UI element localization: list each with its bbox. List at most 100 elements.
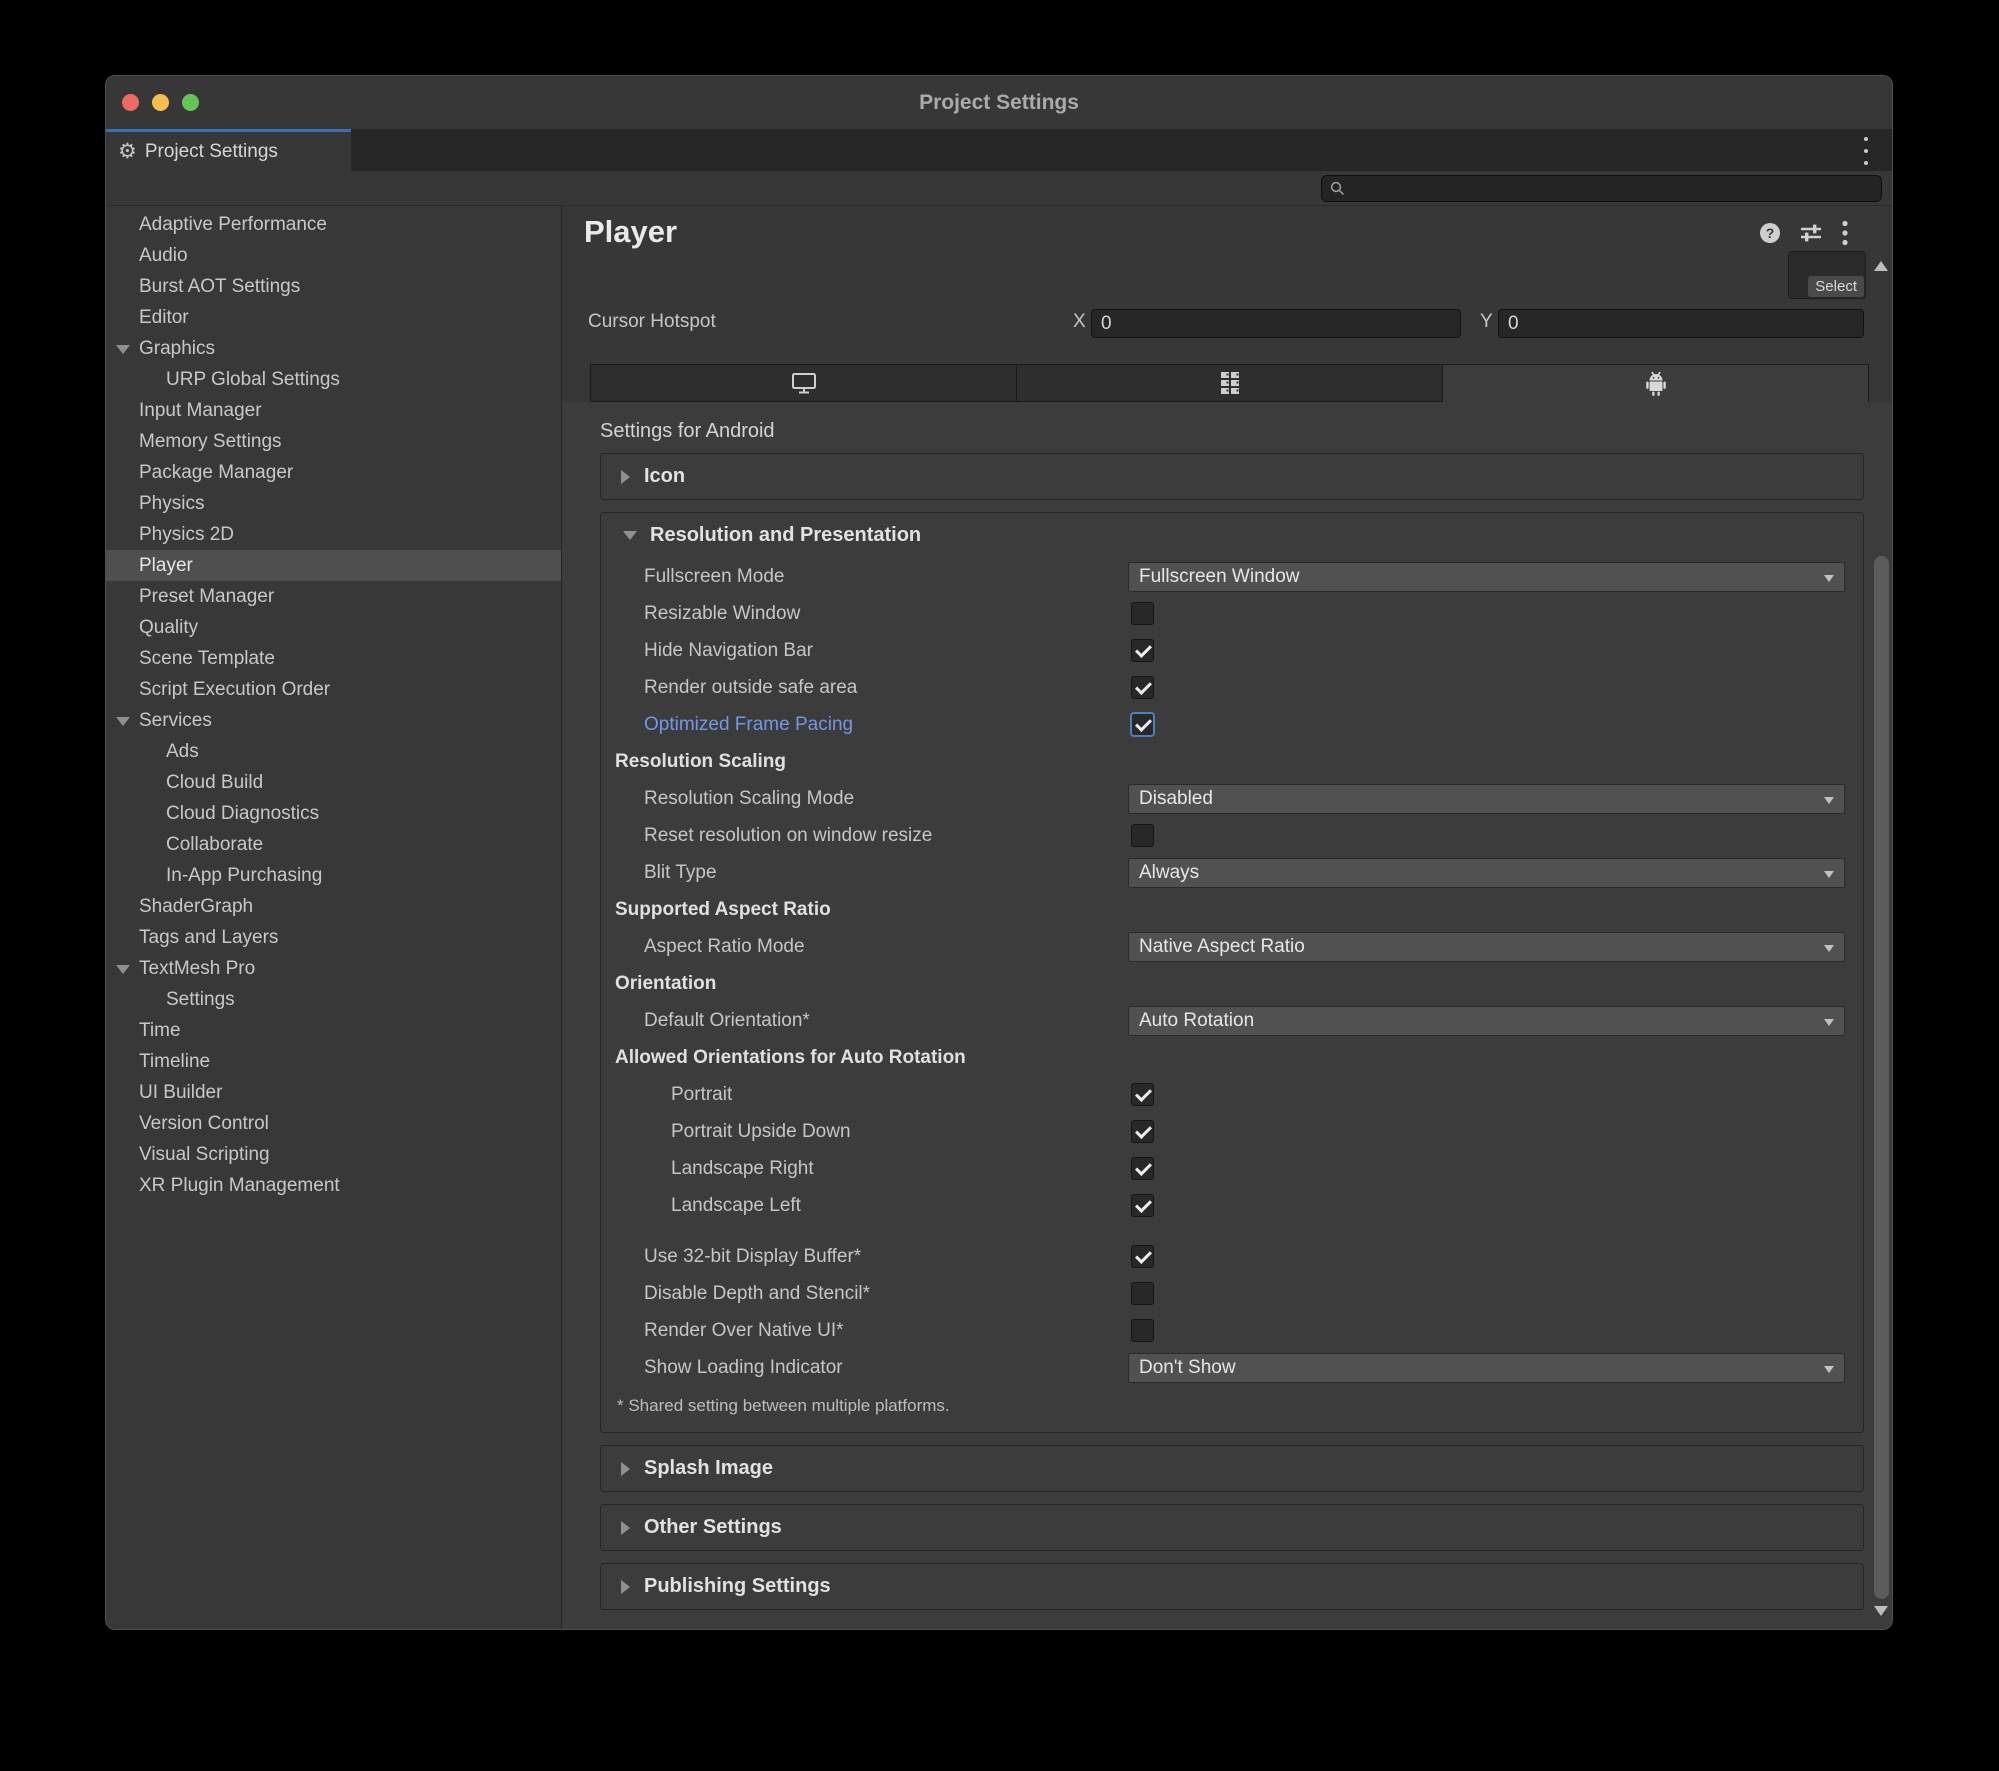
sidebar-item-audio[interactable]: Audio	[106, 240, 561, 271]
sidebar-item-script-execution-order[interactable]: Script Execution Order	[106, 674, 561, 705]
checkbox[interactable]	[1131, 1120, 1154, 1143]
setting-label: Supported Aspect Ratio	[615, 898, 831, 920]
sidebar-item-visual-scripting[interactable]: Visual Scripting	[106, 1139, 561, 1170]
help-icon[interactable]: ?	[1760, 223, 1780, 243]
sidebar-item-player[interactable]: Player	[106, 550, 561, 581]
checkbox[interactable]	[1131, 676, 1154, 699]
setting-label: Show Loading Indicator	[644, 1356, 843, 1378]
dropdown[interactable]: Don't Show	[1128, 1353, 1845, 1383]
sidebar-item-textmesh-pro[interactable]: TextMesh Pro	[106, 953, 561, 984]
foldout-expanded-icon[interactable]	[116, 965, 130, 974]
sidebar-item-quality[interactable]: Quality	[106, 612, 561, 643]
sidebar-item-scene-template[interactable]: Scene Template	[106, 643, 561, 674]
sidebar-item-label: Burst AOT Settings	[139, 276, 301, 297]
sidebar-item-xr-plugin-management[interactable]: XR Plugin Management	[106, 1170, 561, 1201]
checkbox[interactable]	[1131, 1194, 1154, 1217]
scroll-down-icon[interactable]	[1874, 1606, 1888, 1616]
tab-project-settings[interactable]: ⚙ Project Settings	[106, 129, 351, 171]
chevron-down-icon	[1824, 797, 1834, 804]
cursor-texture-preview[interactable]: Select	[1788, 251, 1866, 299]
search-input[interactable]	[1321, 175, 1882, 202]
sidebar-item-urp-global-settings[interactable]: URP Global Settings	[106, 364, 561, 395]
setting-label: Allowed Orientations for Auto Rotation	[615, 1046, 966, 1068]
setting-row: Portrait	[601, 1076, 1863, 1113]
sidebar-item-label: TextMesh Pro	[139, 958, 256, 979]
dropdown[interactable]: Native Aspect Ratio	[1128, 932, 1845, 962]
setting-row: Render Over Native UI*	[601, 1312, 1863, 1349]
other-settings-foldout-header[interactable]: Other Settings	[601, 1505, 1863, 1550]
sidebar-item-burst-aot-settings[interactable]: Burst AOT Settings	[106, 271, 561, 302]
sidebar-item-in-app-purchasing[interactable]: In-App Purchasing	[106, 860, 561, 891]
resolution-rows: Fullscreen Mode Fullscreen Window Resizabl…	[601, 558, 1863, 1432]
sidebar-item-services[interactable]: Services	[106, 705, 561, 736]
sidebar-item-label: In-App Purchasing	[166, 865, 323, 886]
setting-row: Optimized Frame Pacing	[601, 706, 1863, 743]
checkbox[interactable]	[1131, 1083, 1154, 1106]
checkbox[interactable]	[1131, 1319, 1154, 1342]
publishing-settings-foldout: Publishing Settings	[600, 1563, 1864, 1610]
sidebar-item-physics[interactable]: Physics	[106, 488, 561, 519]
sidebar-item-adaptive-performance[interactable]: Adaptive Performance	[106, 209, 561, 240]
foldout-expanded-icon[interactable]	[116, 717, 130, 726]
publishing-settings-foldout-header[interactable]: Publishing Settings	[601, 1564, 1863, 1609]
dropdown[interactable]: Always	[1128, 858, 1845, 888]
sidebar-item-ads[interactable]: Ads	[106, 736, 561, 767]
setting-label: Use 32-bit Display Buffer*	[644, 1245, 862, 1267]
select-button[interactable]: Select	[1808, 276, 1864, 297]
page-title: Player	[584, 214, 678, 249]
foldout-collapsed-icon	[621, 1461, 630, 1476]
sidebar-item-label: Player	[139, 555, 193, 576]
setting-label: Disable Depth and Stencil*	[644, 1282, 871, 1304]
dropdown[interactable]: Auto Rotation	[1128, 1006, 1845, 1036]
tab-desktop[interactable]	[591, 365, 1017, 402]
tab-menu-icon[interactable]	[1862, 137, 1870, 165]
checkbox[interactable]	[1131, 1245, 1154, 1268]
tab-android[interactable]	[1443, 365, 1868, 402]
sidebar-item-label: Visual Scripting	[139, 1144, 270, 1165]
sidebar-item-preset-manager[interactable]: Preset Manager	[106, 581, 561, 612]
dropdown[interactable]: Disabled	[1128, 784, 1845, 814]
setting-row: Resizable Window	[601, 595, 1863, 632]
sidebar-item-input-manager[interactable]: Input Manager	[106, 395, 561, 426]
sidebar-item-physics-2d[interactable]: Physics 2D	[106, 519, 561, 550]
sidebar-item-package-manager[interactable]: Package Manager	[106, 457, 561, 488]
scroll-up-icon[interactable]	[1874, 261, 1888, 271]
settings-for-label: Settings for Android	[600, 420, 775, 442]
checkbox[interactable]	[1131, 713, 1154, 736]
sidebar-item-settings[interactable]: Settings	[106, 984, 561, 1015]
scrollbar-thumb[interactable]	[1874, 556, 1889, 1599]
sidebar-item-editor[interactable]: Editor	[106, 302, 561, 333]
cursor-hotspot-y-field[interactable]: 0	[1498, 309, 1864, 338]
setting-label[interactable]: Optimized Frame Pacing	[644, 714, 853, 736]
sidebar-item-shadergraph[interactable]: ShaderGraph	[106, 891, 561, 922]
icon-foldout-header[interactable]: Icon	[601, 454, 1863, 499]
sidebar-item-collaborate[interactable]: Collaborate	[106, 829, 561, 860]
kebab-menu-icon[interactable]	[1842, 220, 1848, 246]
chevron-down-icon	[1824, 871, 1834, 878]
sidebar-item-tags-and-layers[interactable]: Tags and Layers	[106, 922, 561, 953]
sidebar-item-graphics[interactable]: Graphics	[106, 333, 561, 364]
checkbox[interactable]	[1131, 602, 1154, 625]
resolution-foldout-header[interactable]: Resolution and Presentation	[601, 513, 1863, 558]
platform-tab-bar	[590, 364, 1869, 402]
dropdown[interactable]: Fullscreen Window	[1128, 562, 1845, 592]
presets-icon[interactable]	[1800, 223, 1822, 243]
sidebar-item-cloud-diagnostics[interactable]: Cloud Diagnostics	[106, 798, 561, 829]
cursor-hotspot-x-field[interactable]: 0	[1091, 309, 1461, 338]
checkbox[interactable]	[1131, 639, 1154, 662]
setting-label: Landscape Right	[671, 1157, 814, 1179]
sidebar-item-cloud-build[interactable]: Cloud Build	[106, 767, 561, 798]
sidebar-item-ui-builder[interactable]: UI Builder	[106, 1077, 561, 1108]
sidebar-item-time[interactable]: Time	[106, 1015, 561, 1046]
sidebar-item-version-control[interactable]: Version Control	[106, 1108, 561, 1139]
sidebar-item-timeline[interactable]: Timeline	[106, 1046, 561, 1077]
dropdown-value: Native Aspect Ratio	[1139, 936, 1305, 957]
checkbox[interactable]	[1131, 824, 1154, 847]
checkbox[interactable]	[1131, 1157, 1154, 1180]
checkbox[interactable]	[1131, 1282, 1154, 1305]
splash-foldout-header[interactable]: Splash Image	[601, 1446, 1863, 1491]
foldout-expanded-icon[interactable]	[116, 345, 130, 354]
sidebar-item-memory-settings[interactable]: Memory Settings	[106, 426, 561, 457]
tab-dedicated-server[interactable]	[1017, 365, 1443, 402]
setting-row: Allowed Orientations for Auto Rotation	[601, 1039, 1863, 1076]
